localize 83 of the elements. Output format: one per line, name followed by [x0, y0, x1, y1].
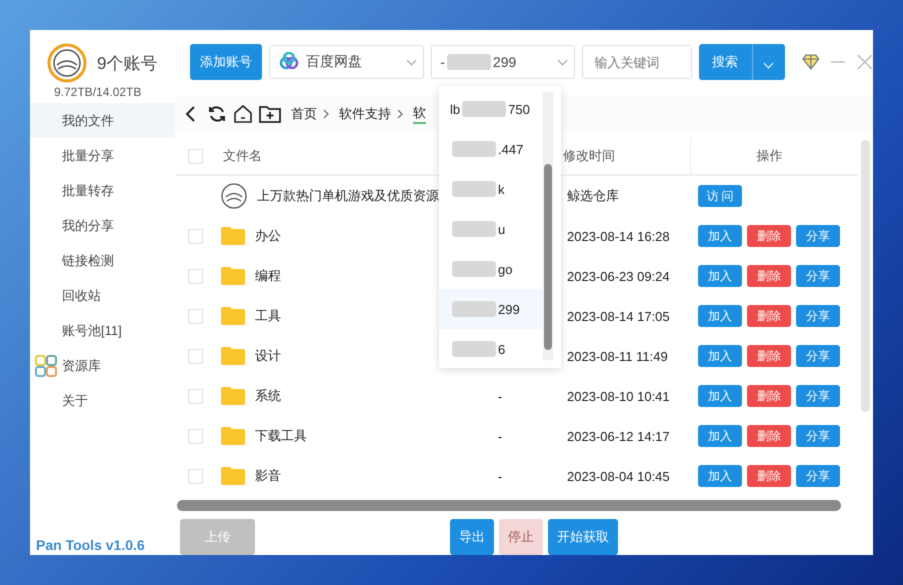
storage-usage: 9.72TB/14.02TB: [53, 84, 142, 99]
sidebar-item[interactable]: 关于: [30, 383, 175, 418]
row-checkbox[interactable]: [188, 428, 202, 444]
sidebar-item[interactable]: 批量转存: [30, 173, 175, 208]
row-checkbox[interactable]: [188, 348, 202, 364]
modified-time: 2023-06-12 14:17: [567, 428, 670, 444]
new-folder-icon[interactable]: [259, 104, 281, 124]
modified-time: 2023-08-14 17:05: [567, 308, 670, 324]
folder-icon: [221, 226, 245, 246]
folder-icon: [221, 346, 245, 366]
account-option[interactable]: .447: [439, 129, 543, 169]
file-size: -: [498, 428, 502, 444]
vertical-scrollbar[interactable]: [861, 140, 870, 412]
delete-button[interactable]: 删除: [747, 385, 791, 408]
account-option[interactable]: lb 750: [439, 89, 543, 129]
sidebar-item[interactable]: 批量分享: [30, 138, 175, 173]
diamond-icon[interactable]: [802, 54, 820, 70]
sidebar-item[interactable]: 账号池[11]: [30, 313, 175, 348]
horizontal-scrollbar[interactable]: [177, 500, 841, 512]
folder-icon: [221, 306, 245, 326]
file-name[interactable]: 工具: [255, 307, 281, 326]
row-checkbox[interactable]: [188, 268, 202, 284]
delete-button[interactable]: 删除: [747, 265, 791, 288]
row-checkbox[interactable]: [188, 388, 202, 404]
file-name[interactable]: 系统: [255, 387, 281, 406]
sidebar-item[interactable]: 我的分享: [30, 208, 175, 243]
dropdown-scrollbar[interactable]: [543, 92, 553, 360]
row-checkbox[interactable]: [188, 228, 202, 244]
file-size: -: [498, 388, 502, 404]
sidebar-item[interactable]: 我的文件: [30, 103, 175, 138]
modified-time: 2023-06-23 09:24: [567, 268, 670, 284]
logo-icon: [221, 183, 247, 210]
file-name[interactable]: 办公: [255, 227, 281, 246]
account-count: 9个账号: [97, 52, 158, 74]
account-option[interactable]: 6: [439, 329, 543, 369]
delete-button[interactable]: 删除: [747, 425, 791, 448]
chevron-icon: [323, 108, 329, 119]
keyword-field[interactable]: 输入关键词: [582, 45, 692, 80]
column-header: 操作: [690, 138, 840, 174]
sidebar-item[interactable]: 回收站: [30, 278, 175, 313]
modified-time: 2023-08-14 16:28: [567, 228, 670, 244]
delete-button[interactable]: 删除: [747, 345, 791, 368]
row-checkbox[interactable]: [188, 468, 202, 484]
breadcrumb-link[interactable]: 首页: [291, 104, 317, 123]
file-size: -: [498, 468, 502, 484]
modified-time: 2023-08-10 10:41: [567, 388, 670, 404]
row-checkbox[interactable]: [188, 308, 202, 324]
folder-icon: [221, 466, 245, 486]
file-name[interactable]: 编程: [255, 267, 281, 286]
drive-select[interactable]: 百度网盘: [269, 45, 424, 80]
refresh-icon[interactable]: [207, 104, 227, 124]
account-option[interactable]: k: [439, 169, 543, 209]
chevron-icon: [397, 108, 403, 119]
delete-button[interactable]: 删除: [747, 465, 791, 488]
account-option[interactable]: 299: [439, 289, 543, 329]
folder-icon: [221, 266, 245, 286]
folder-icon: [221, 386, 245, 406]
folder-icon: [221, 426, 245, 446]
file-name[interactable]: 上万款热门单机游戏及优质资源: [257, 187, 439, 206]
file-name[interactable]: 影音: [255, 467, 281, 486]
logo-icon: [47, 43, 87, 83]
delete-button[interactable]: 删除: [747, 225, 791, 248]
column-header: 文件名: [222, 147, 263, 166]
account-option[interactable]: go: [439, 249, 543, 289]
breadcrumb-link[interactable]: 软: [413, 104, 426, 124]
sidebar-item[interactable]: 资源库: [30, 348, 175, 383]
modified-time: 2023-08-11 11:49: [567, 348, 668, 364]
breadcrumb-link[interactable]: 软件支持: [339, 104, 391, 123]
account-select[interactable]: - 299: [431, 45, 575, 80]
account-option[interactable]: u: [439, 209, 543, 249]
grid-icon: [35, 354, 57, 376]
app-version: Pan Tools v1.0.6: [35, 537, 146, 555]
close-icon[interactable]: [857, 54, 873, 70]
delete-button[interactable]: 删除: [747, 305, 791, 328]
select-all-checkbox[interactable]: [188, 148, 202, 164]
file-name[interactable]: 下载工具: [255, 427, 307, 446]
home-icon[interactable]: [233, 104, 253, 124]
modified-time: 鲸选仓库: [567, 188, 619, 204]
modified-time: 2023-08-04 10:45: [567, 468, 670, 484]
column-header: 修改时间: [562, 147, 616, 166]
sidebar-item[interactable]: 链接检测: [30, 243, 175, 278]
file-name[interactable]: 设计: [255, 347, 281, 366]
search-options-button[interactable]: [752, 44, 785, 80]
